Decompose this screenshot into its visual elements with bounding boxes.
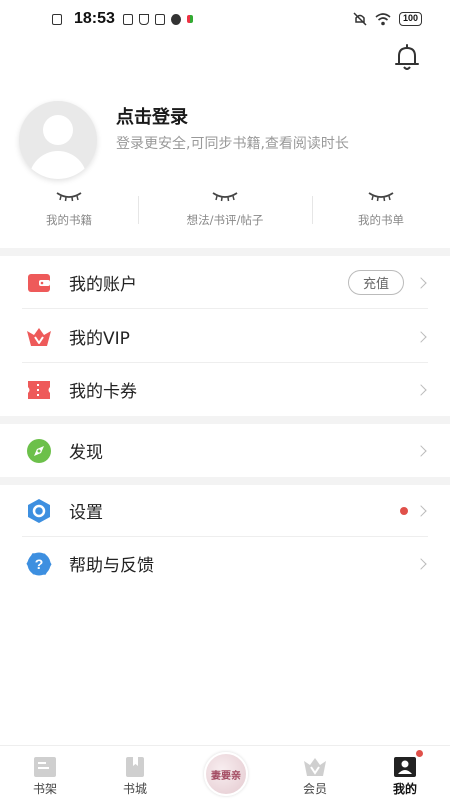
battery-indicator: 100 (398, 12, 422, 26)
wallet-icon (28, 273, 50, 292)
bottom-nav: 书架 书城 妻要亲 会员 我的 (0, 745, 450, 800)
bookshelf-icon (34, 757, 56, 777)
chevron-right-icon (415, 557, 427, 570)
chevron-right-icon (415, 504, 427, 517)
nav-label: 书城 (122, 782, 147, 796)
menu-label: 我的卡券 (69, 382, 137, 402)
menu-discover[interactable]: 发现 (0, 424, 450, 477)
section-separator (0, 416, 450, 424)
usb-icon (138, 13, 149, 25)
question-icon: ? (26, 552, 52, 575)
notification-dot (416, 750, 423, 757)
gear-hexagon-icon (28, 498, 50, 523)
menu-settings[interactable]: 设置 (0, 484, 450, 537)
menu-label: 帮助与反馈 (69, 556, 154, 576)
chevron-right-icon (415, 276, 427, 289)
nav-label: 我的 (392, 782, 417, 796)
ticket-icon (28, 380, 50, 399)
notification-icon (52, 13, 62, 25)
menu-my-account[interactable]: 我的账户 充值 (0, 256, 450, 309)
stat-label: 我的书单 (358, 213, 404, 227)
chevron-right-icon (415, 383, 427, 396)
nav-bookstore[interactable]: 书城 (90, 746, 180, 800)
status-bar: 18:53 100 (0, 0, 450, 38)
status-time: 18:53 (74, 10, 115, 27)
notification-dot (400, 506, 408, 515)
menu-label: 我的VIP (69, 329, 130, 349)
crown-icon (304, 758, 326, 776)
user-profile-icon (394, 757, 416, 777)
wifi-icon (375, 12, 391, 25)
chevron-right-icon (415, 444, 427, 457)
compass-icon (27, 438, 51, 463)
book-cover-image[interactable]: 妻要亲 (204, 752, 248, 796)
menu-my-coupons[interactable]: 我的卡券 (0, 363, 450, 416)
closed-eye-icon (368, 192, 394, 202)
avatar[interactable] (19, 101, 97, 179)
stat-thoughts-reviews-posts[interactable]: 想法/书评/帖子 (138, 190, 312, 230)
stat-label: 想法/书评/帖子 (186, 213, 264, 227)
clipboard-icon (154, 13, 165, 25)
login-subtitle: 登录更安全,可同步书籍,查看阅读时长 (116, 136, 349, 152)
stats-row: 我的书籍 想法/书评/帖子 我的书单 (0, 190, 450, 230)
menu-label: 发现 (69, 443, 103, 463)
nav-label: 书架 (32, 782, 57, 796)
app-circle-icon (170, 13, 181, 25)
login-title[interactable]: 点击登录 (116, 103, 188, 129)
closed-eye-icon (56, 192, 82, 202)
app-dot-icon (186, 15, 193, 23)
nav-label: 会员 (302, 782, 327, 796)
menu-label: 我的账户 (69, 275, 137, 295)
section-separator (0, 248, 450, 256)
nav-member[interactable]: 会员 (270, 746, 360, 800)
nav-bookshelf[interactable]: 书架 (0, 746, 90, 800)
crown-icon (27, 327, 51, 346)
menu-help-feedback[interactable]: ? 帮助与反馈 (0, 537, 450, 590)
menu-my-vip[interactable]: 我的VIP (0, 310, 450, 363)
stat-label: 我的书籍 (46, 213, 92, 227)
stat-my-books[interactable]: 我的书籍 (0, 190, 138, 230)
chevron-right-icon (415, 330, 427, 343)
menu-label: 设置 (69, 503, 103, 523)
closed-eye-icon (212, 192, 238, 202)
svg-text:?: ? (35, 556, 44, 572)
app-icon (122, 13, 133, 25)
stat-my-booklists[interactable]: 我的书单 (312, 190, 450, 230)
bell-icon[interactable] (394, 44, 420, 72)
mute-icon (353, 12, 367, 26)
nav-mine[interactable]: 我的 (360, 746, 450, 800)
book-icon (126, 757, 144, 777)
book-cover-title: 妻要亲 (211, 770, 241, 782)
nav-current-book[interactable]: 妻要亲 (180, 746, 270, 800)
recharge-button[interactable]: 充值 (348, 270, 404, 295)
